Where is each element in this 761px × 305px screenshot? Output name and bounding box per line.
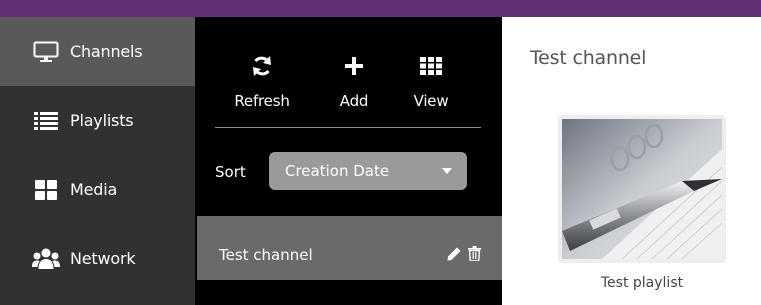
refresh-button[interactable]: Refresh [222, 52, 302, 110]
sidebar-item-channels[interactable]: Channels [0, 17, 195, 86]
channel-list-item[interactable]: Test channel [197, 216, 502, 280]
sidebar-item-label: Playlists [70, 111, 134, 130]
channel-name: Test channel [219, 246, 313, 264]
trash-icon[interactable] [468, 246, 481, 262]
sidebar-item-label: Network [70, 249, 136, 268]
top-brand-bar [0, 0, 761, 17]
refresh-label: Refresh [234, 92, 290, 110]
monitor-icon [32, 41, 60, 63]
sidebar-item-label: Media [70, 180, 118, 199]
sort-select[interactable]: Creation Date [269, 152, 467, 190]
page-title: Test channel [530, 47, 647, 69]
playlist-name: Test playlist [600, 275, 684, 291]
view-button[interactable]: View [391, 52, 471, 110]
toolbar-divider [215, 127, 481, 128]
sidebar: Channels Playlists Media Network [0, 17, 195, 305]
grid-icon [32, 179, 60, 201]
users-icon [32, 248, 60, 270]
channel-detail: Test channel Test playlist [502, 17, 761, 305]
caret-down-icon [442, 168, 452, 174]
sort-selected-value: Creation Date [285, 162, 390, 180]
sort-label: Sort [215, 163, 246, 181]
list-icon [32, 110, 60, 132]
pen-notebook-image [562, 119, 722, 259]
refresh-icon [222, 52, 302, 80]
sidebar-item-playlists[interactable]: Playlists [0, 86, 195, 155]
sidebar-item-label: Channels [70, 42, 143, 61]
add-button[interactable]: Add [314, 52, 394, 110]
grid-view-icon [391, 52, 471, 80]
pencil-icon[interactable] [447, 247, 461, 261]
sidebar-item-network[interactable]: Network [0, 224, 195, 293]
view-label: View [413, 92, 449, 110]
add-label: Add [339, 92, 369, 110]
playlist-thumbnail[interactable] [558, 115, 726, 263]
plus-icon [314, 52, 394, 80]
sidebar-item-media[interactable]: Media [0, 155, 195, 224]
channels-panel: Refresh Add View Sort Creation Date Test… [195, 17, 502, 305]
